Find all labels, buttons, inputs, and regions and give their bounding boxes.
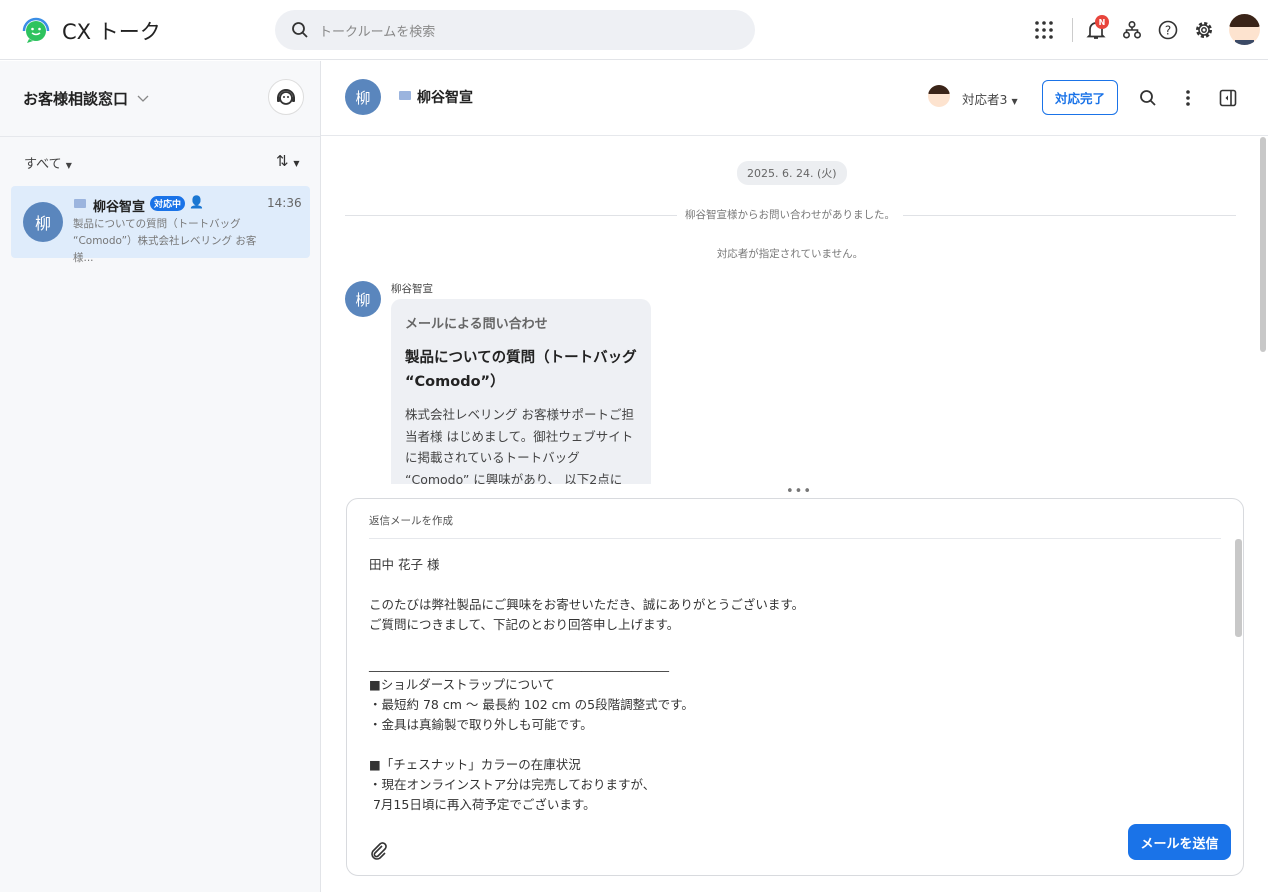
agent-headset-button[interactable] [268,79,304,115]
conversation-header: 柳 柳谷智宣 対応者3 ▼ 対応完了 [321,61,1268,136]
composer-title: 返信メールを作成 [369,515,453,527]
resize-handle[interactable]: ••• [786,484,812,499]
organization-icon[interactable] [1120,18,1144,42]
timestamp: 14:36 [267,196,302,210]
search-input[interactable]: トークルームを検索 [275,10,755,50]
mail-icon [74,199,86,208]
attachment-clip-icon[interactable] [369,841,389,861]
assignee-name: 対応者3 [962,92,1008,107]
divider [369,538,1221,539]
assignee-dropdown[interactable]: 対応者3 ▼ [962,89,1018,108]
message-subject: 製品についての質問（トートバッグ “Comodo”） [405,350,637,390]
divider [0,136,320,137]
apps-grid-icon[interactable] [1032,18,1056,42]
send-email-button[interactable]: メールを送信 [1128,824,1231,860]
avatar: 柳 [345,281,381,317]
scrollbar[interactable] [1235,539,1242,637]
notification-badge: N [1095,15,1109,29]
avatar: 柳 [345,79,381,115]
message-body: 株式会社レベリング お客様サポートご担当者様 はじめまして。御社ウェブサイトに掲… [405,407,634,484]
message-kind: メールによる問い合わせ [405,317,548,332]
status-badge: 対応中 [150,196,186,211]
app-title: CX トーク [62,20,161,44]
scrollbar[interactable] [1260,137,1266,352]
user-avatar[interactable] [1229,14,1260,45]
date-chip: 2025. 6. 24. (火) [737,161,847,185]
reply-composer: 返信メールを作成 田中 花子 様 このたびは弊社製品にご興味をお寄せいただき、誠… [346,498,1244,876]
assigned-user-icon: 👤 [189,195,204,209]
sidebar: お客様相談窓口 すべて ▼ ⇅ ▼ 柳 柳谷智宣 対応中 👤 14:36 製品に… [0,61,321,892]
app-logo-icon [22,17,50,43]
system-message: 柳谷智宣様からお問い合わせがありました。 [321,207,1259,222]
list-item[interactable]: 柳 柳谷智宣 対応中 👤 14:36 製品についての質問（トートバッグ “Com… [11,186,310,264]
assignee-avatar [928,85,950,107]
sort-icon: ⇅ [276,152,289,170]
message-list: 2025. 6. 24. (火) 柳谷智宣様からお問い合わせがありました。 対応… [321,137,1259,484]
message-preview: 製品についての質問（トートバッグ “Comodo”）株式会社レベリング お客様.… [73,218,257,264]
filter-label: すべて [24,157,62,172]
search-icon [292,22,308,38]
search-icon[interactable] [1137,87,1159,109]
avatar: 柳 [23,202,63,242]
sort-dropdown[interactable]: ⇅ ▼ [276,152,300,170]
settings-gear-icon[interactable] [1192,18,1216,42]
top-header: CX トーク トークルームを検索 N ? [0,0,1268,60]
svg-text:?: ? [1165,24,1171,38]
mail-icon [399,91,411,100]
contact-name: 柳谷智宣 [93,200,146,215]
channel-title[interactable]: お客様相談窓口 [23,88,128,109]
filter-dropdown[interactable]: すべて ▼ [24,153,72,172]
help-icon[interactable]: ? [1156,18,1180,42]
chevron-down-icon[interactable] [137,92,149,104]
headset-icon [277,89,295,105]
system-inquiry-text: 柳谷智宣様からお問い合わせがありました。 [677,209,903,221]
message-bubble[interactable]: メールによる問い合わせ 製品についての質問（トートバッグ “Comodo”） 株… [391,299,651,484]
more-vertical-icon[interactable] [1177,87,1199,109]
side-panel-toggle-icon[interactable] [1217,87,1239,109]
divider [1072,18,1073,42]
search-placeholder: トークルームを検索 [319,24,436,40]
contact-name: 柳谷智宣 [417,90,473,106]
system-unassigned-text: 対応者が指定されていません。 [716,248,864,260]
reply-body-input[interactable]: 田中 花子 様 このたびは弊社製品にご興味をお寄せいただき、誠にありがとうござい… [369,555,804,815]
sender-name: 柳谷智宣 [391,283,433,295]
complete-button[interactable]: 対応完了 [1042,80,1118,115]
